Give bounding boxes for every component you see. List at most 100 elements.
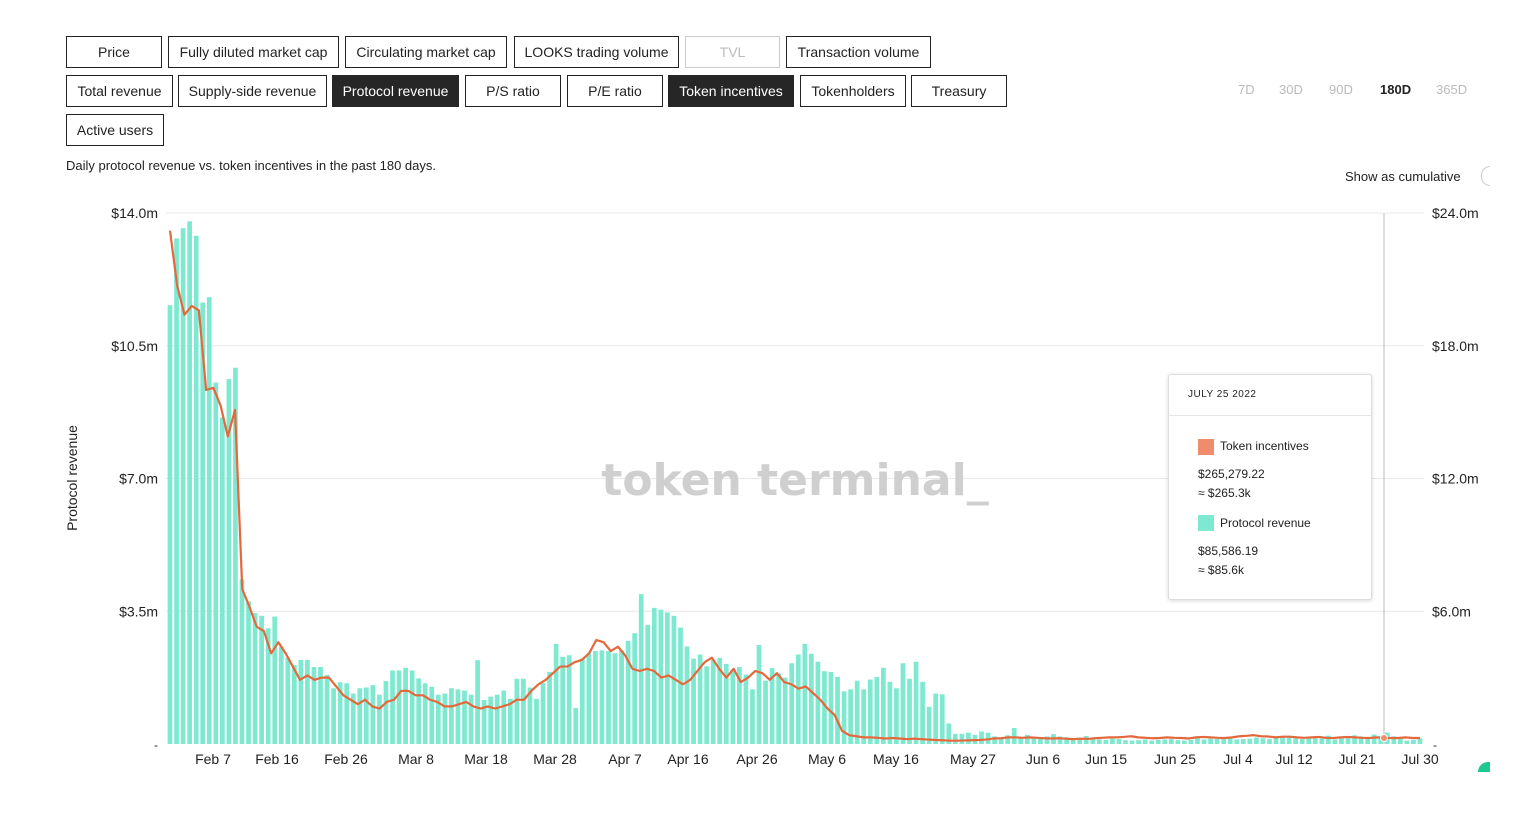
bar	[1293, 738, 1299, 744]
tooltip-date: JULY 25 2022	[1188, 389, 1257, 400]
tooltip-series1-name: Token incentives	[1220, 439, 1309, 453]
bar	[442, 693, 448, 744]
bar	[802, 643, 808, 744]
bar	[291, 665, 297, 744]
bar	[285, 657, 291, 744]
y-tick-left: $3.5m	[119, 603, 158, 619]
bar	[1103, 739, 1109, 744]
bar	[213, 382, 219, 744]
bar	[619, 650, 624, 744]
x-tick: Apr 7	[608, 751, 642, 767]
bar	[684, 646, 690, 744]
bar	[553, 643, 559, 744]
bar	[1319, 738, 1325, 744]
bar	[1116, 739, 1122, 744]
bar	[501, 690, 507, 744]
bar	[187, 221, 192, 745]
bar	[867, 679, 873, 744]
bar	[383, 681, 389, 744]
bar	[1411, 739, 1416, 744]
x-tick: Feb 16	[255, 751, 299, 767]
bar	[272, 616, 278, 744]
bar	[939, 694, 945, 744]
bar	[1260, 738, 1266, 744]
x-tick: Jul 30	[1401, 751, 1439, 767]
bar	[566, 655, 572, 744]
bar	[377, 694, 382, 744]
bar	[1182, 740, 1187, 744]
x-tick: Mar 28	[533, 751, 577, 767]
bar	[1214, 739, 1220, 744]
tooltip-series2-name: Protocol revenue	[1220, 516, 1311, 530]
x-tick: Apr 16	[667, 751, 708, 767]
x-tick: Feb 7	[195, 751, 231, 767]
bar	[193, 235, 199, 744]
bar	[239, 579, 245, 744]
y-tick-right: $24.0m	[1432, 205, 1479, 221]
bar	[730, 670, 736, 744]
y-tick-left: -	[154, 738, 158, 752]
x-tick: Jun 15	[1085, 751, 1127, 767]
bar	[835, 676, 840, 744]
bar	[468, 694, 474, 744]
bar	[599, 650, 605, 744]
tooltip-swatch-token-incentives	[1198, 439, 1214, 455]
bar	[429, 686, 435, 744]
y-tick-left: $10.5m	[111, 338, 158, 354]
bar	[1234, 739, 1240, 744]
bar	[1332, 739, 1338, 744]
x-tick: May 6	[808, 751, 846, 767]
bar	[396, 670, 402, 744]
bar	[789, 663, 795, 744]
x-tick: Apr 26	[736, 751, 777, 767]
bar	[540, 682, 546, 744]
x-tick: Feb 26	[324, 751, 368, 767]
tooltip-divider	[1169, 415, 1371, 416]
y-tick-right: $18.0m	[1432, 338, 1479, 354]
bar	[298, 659, 304, 744]
bar	[331, 688, 336, 744]
bar	[612, 653, 618, 744]
bar	[1201, 739, 1207, 744]
bar	[252, 613, 258, 744]
bar	[861, 689, 867, 744]
bar	[763, 680, 768, 744]
bar	[887, 681, 893, 744]
y-tick-right: $12.0m	[1432, 471, 1479, 487]
bar	[514, 678, 520, 744]
bar	[704, 666, 709, 744]
bar	[815, 661, 821, 744]
bar	[1371, 734, 1377, 744]
bar	[920, 681, 925, 744]
bar	[894, 688, 899, 744]
bar	[573, 707, 579, 744]
x-tick: May 27	[950, 751, 996, 767]
bar	[880, 667, 886, 744]
bar	[370, 685, 376, 744]
bar	[586, 653, 592, 744]
tooltip-series1-approx: ≈ $265.3k	[1198, 486, 1251, 500]
x-tick: Jun 25	[1154, 751, 1196, 767]
bar	[507, 698, 513, 744]
bar	[743, 674, 749, 744]
bar	[1168, 739, 1174, 744]
bar	[632, 633, 638, 744]
x-tick: Jul 4	[1223, 751, 1253, 767]
bar	[933, 693, 939, 744]
bar	[462, 690, 467, 744]
bar	[1175, 740, 1181, 744]
bar	[1267, 739, 1272, 744]
bar	[952, 733, 958, 744]
bar	[1136, 740, 1141, 744]
bar	[828, 671, 834, 744]
y-tick-left: $14.0m	[111, 205, 158, 221]
bar	[645, 624, 651, 744]
bar	[344, 683, 350, 744]
bar	[1096, 739, 1102, 744]
bar	[651, 607, 657, 744]
bar	[907, 678, 912, 744]
bar	[1188, 739, 1194, 744]
bar	[1162, 739, 1168, 744]
bar	[1345, 737, 1351, 744]
bar	[691, 658, 696, 744]
